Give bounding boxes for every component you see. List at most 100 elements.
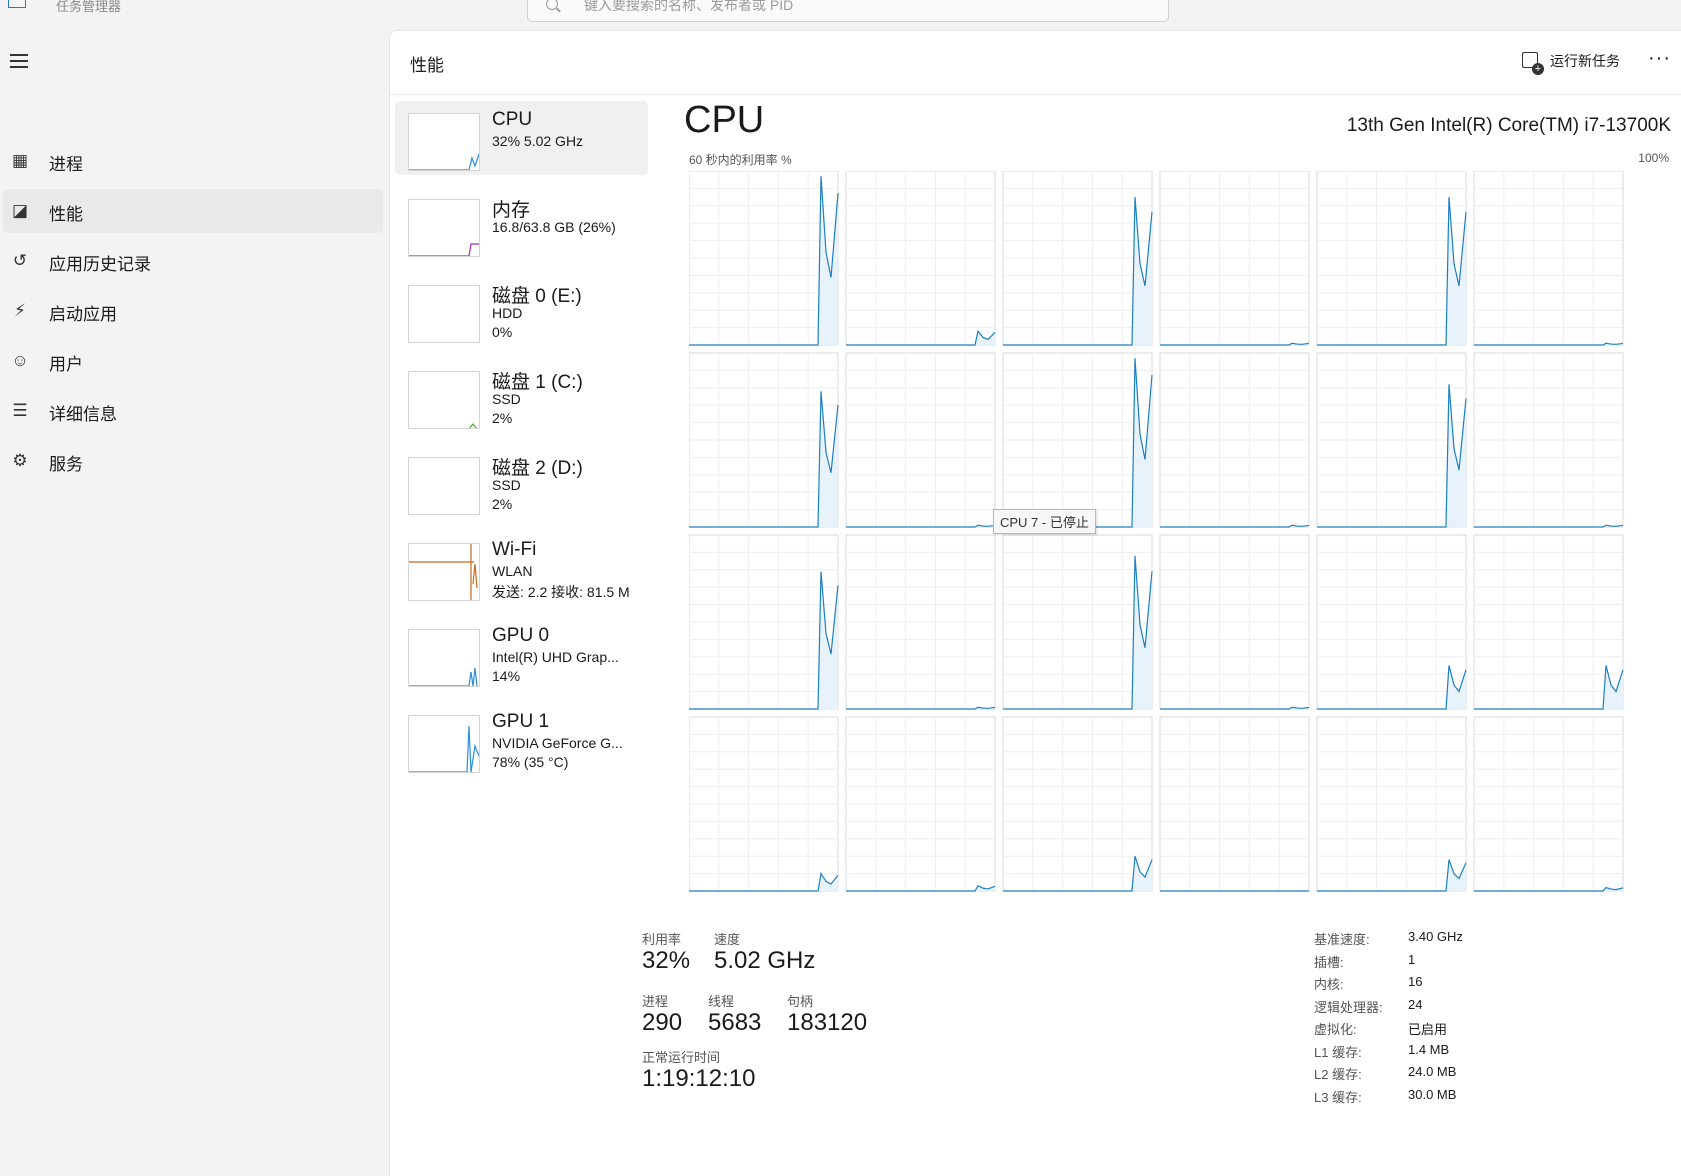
cpu-core-graph[interactable] bbox=[1002, 716, 1153, 892]
cpu-core-graph[interactable] bbox=[1473, 534, 1624, 710]
more-options-icon[interactable]: ··· bbox=[1648, 47, 1671, 70]
sidebar-item-2[interactable]: ↺ 应用历史记录 bbox=[3, 239, 383, 283]
spec-value: 16 bbox=[1408, 974, 1423, 989]
cpu-model: 13th Gen Intel(R) Core(TM) i7-13700K bbox=[1346, 115, 1671, 136]
run-new-task-button[interactable]: 运行新任务 bbox=[1520, 47, 1620, 75]
cpu-core-graph[interactable] bbox=[1473, 352, 1624, 528]
new-task-icon bbox=[1522, 52, 1544, 75]
sidebar-item-1[interactable]: ◪ 性能 bbox=[3, 189, 383, 233]
cpu-core-graph[interactable] bbox=[1159, 352, 1310, 528]
spec-value: 24 bbox=[1408, 996, 1423, 1012]
sidebar-item-3[interactable]: ⚡ 启动应用 bbox=[3, 289, 383, 333]
resource-name: GPU 0 bbox=[492, 625, 550, 646]
processes-label: 进程 bbox=[642, 994, 669, 1009]
resource-item[interactable]: GPU 0 Intel(R) UHD Grap... 14% bbox=[395, 617, 648, 691]
utilization-value: 32% bbox=[642, 947, 691, 974]
search-icon bbox=[546, 0, 558, 10]
resource-detail: SSD bbox=[492, 391, 521, 407]
services-icon: ⚙ bbox=[12, 451, 28, 470]
cpu-core-graph[interactable] bbox=[689, 716, 839, 892]
header-divider bbox=[390, 94, 1681, 95]
search-placeholder: 键入要搜索的名称、发布者或 PID bbox=[584, 0, 794, 13]
cpu-core-graph[interactable] bbox=[689, 534, 839, 710]
cpu-heading: CPU bbox=[684, 99, 765, 141]
sidebar-item-6[interactable]: ⚙ 服务 bbox=[3, 439, 383, 483]
task-manager-icon bbox=[8, 0, 26, 8]
sidebar-item-5[interactable]: ☰ 详细信息 bbox=[3, 389, 383, 433]
cpu-thumbnail bbox=[408, 113, 480, 171]
uptime-label: 正常运行时间 bbox=[642, 1050, 721, 1065]
cpu-core-graph[interactable] bbox=[1002, 534, 1153, 710]
hamburger-menu-icon[interactable] bbox=[10, 54, 30, 68]
cpu-core-graph[interactable] bbox=[1159, 716, 1310, 892]
history-icon: ↺ bbox=[12, 251, 28, 270]
sidebar-item-0[interactable]: ▦ 进程 bbox=[3, 139, 383, 183]
wifi-thumbnail bbox=[408, 543, 480, 601]
disk-thumbnail bbox=[408, 457, 480, 515]
cpu-core-graph[interactable] bbox=[1473, 716, 1624, 892]
resource-name: GPU 1 bbox=[492, 711, 550, 732]
resource-detail: 发送: 2.2 接收: 81.5 M bbox=[492, 584, 630, 600]
cpu-core-graph[interactable] bbox=[689, 171, 839, 346]
sidebar-item-label: 应用历史记录 bbox=[49, 255, 151, 274]
resource-item[interactable]: 内存 16.8/63.8 GB (26%) bbox=[395, 187, 648, 261]
utilization-max-label: 100% bbox=[1638, 151, 1669, 165]
cpu-core-graph[interactable] bbox=[1316, 534, 1467, 710]
spec-value: 1.4 MB bbox=[1408, 1041, 1450, 1057]
run-new-task-label: 运行新任务 bbox=[1550, 53, 1620, 69]
resource-name: 内存 bbox=[492, 200, 531, 221]
cpu-core-graph[interactable] bbox=[1316, 716, 1467, 892]
utilization-label: 利用率 bbox=[642, 932, 682, 947]
resource-detail: 14% bbox=[492, 668, 521, 684]
spec-key: L1 缓存: bbox=[1314, 1044, 1362, 1060]
sidebar-item-4[interactable]: ☺ 用户 bbox=[3, 339, 383, 383]
resource-detail: 0% bbox=[492, 324, 513, 340]
resource-item[interactable]: Wi-Fi WLAN 发送: 2.2 接收: 81.5 M bbox=[395, 531, 648, 605]
spec-key: L2 缓存: bbox=[1314, 1067, 1362, 1082]
resource-detail: NVIDIA GeForce G... bbox=[492, 735, 623, 751]
resource-detail: HDD bbox=[492, 305, 523, 321]
resource-item[interactable]: 磁盘 0 (E:) HDD 0% bbox=[395, 273, 648, 347]
cpu-core-graph[interactable] bbox=[1159, 534, 1310, 710]
cpu-core-graph[interactable] bbox=[845, 534, 996, 710]
cpu-core-graph[interactable] bbox=[845, 352, 996, 528]
spec-key: L3 缓存: bbox=[1314, 1089, 1362, 1105]
handles-label: 句柄 bbox=[787, 994, 814, 1009]
cpu-core-graph[interactable] bbox=[1002, 171, 1153, 346]
resource-detail: Intel(R) UHD Grap... bbox=[492, 649, 619, 665]
disk-thumbnail bbox=[408, 371, 480, 429]
resource-detail: WLAN bbox=[492, 563, 533, 579]
sidebar-item-label: 详细信息 bbox=[49, 405, 117, 424]
uptime-value: 1:19:12:10 bbox=[642, 1065, 756, 1092]
cpu-core-graph[interactable] bbox=[845, 171, 996, 346]
disk-thumbnail bbox=[408, 285, 480, 343]
sidebar-item-label: 服务 bbox=[49, 455, 83, 474]
resource-item[interactable]: 磁盘 1 (C:) SSD 2% bbox=[395, 359, 648, 433]
resource-name: CPU bbox=[492, 109, 533, 130]
cpu-core-graph[interactable] bbox=[689, 352, 839, 528]
spec-key: 逻辑处理器: bbox=[1314, 999, 1383, 1015]
cpu-core-graph[interactable] bbox=[1316, 352, 1467, 528]
cpu-core-graph[interactable] bbox=[1473, 171, 1624, 346]
resource-detail: 78% (35 °C) bbox=[492, 754, 569, 770]
cpu-core-graph[interactable] bbox=[1159, 171, 1310, 346]
logical-processor-graphs bbox=[689, 171, 1631, 899]
resource-item[interactable]: GPU 1 NVIDIA GeForce G... 78% (35 °C) bbox=[395, 703, 648, 777]
resource-item[interactable]: CPU 32% 5.02 GHz bbox=[395, 101, 648, 175]
handles-value: 183120 bbox=[787, 1009, 868, 1036]
spec-key: 虚拟化: bbox=[1314, 1022, 1357, 1037]
cpu-tooltip: CPU 7 - 已停止 bbox=[993, 509, 1096, 534]
search-input[interactable]: 键入要搜索的名称、发布者或 PID bbox=[527, 0, 1169, 22]
cpu-core-graph[interactable] bbox=[1002, 352, 1153, 528]
title-bar: 任务管理器 键入要搜索的名称、发布者或 PID bbox=[0, 0, 1681, 24]
sidebar-item-label: 进程 bbox=[49, 155, 83, 174]
resource-item[interactable]: 磁盘 2 (D:) SSD 2% bbox=[395, 445, 648, 519]
spec-key: 内核: bbox=[1314, 977, 1344, 992]
spec-value: 已启用 bbox=[1408, 1022, 1448, 1037]
cpu-core-graph[interactable] bbox=[845, 716, 996, 892]
gpu-thumbnail bbox=[408, 629, 480, 687]
resource-name: 磁盘 0 (E:) bbox=[492, 286, 582, 307]
page-title: 性能 bbox=[410, 56, 444, 75]
sidebar-item-label: 用户 bbox=[49, 355, 83, 374]
cpu-core-graph[interactable] bbox=[1316, 171, 1467, 346]
